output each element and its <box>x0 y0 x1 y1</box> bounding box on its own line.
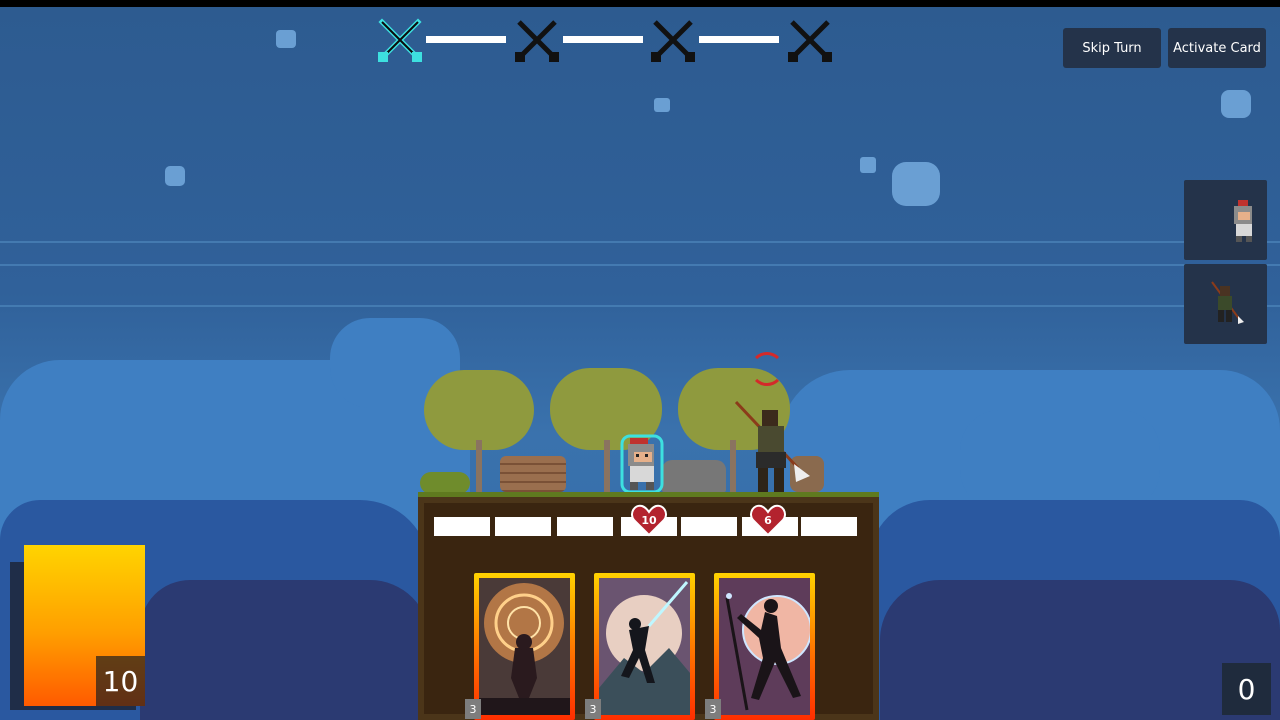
activate-card-button[interactable]: Activate Card <box>1168 28 1266 68</box>
enemy-spearman[interactable] <box>730 398 820 494</box>
star <box>276 30 296 48</box>
progress-link <box>699 36 779 43</box>
tree-trunk <box>476 440 482 492</box>
hand-card[interactable] <box>594 573 695 720</box>
staff-wielder-icon <box>719 578 812 715</box>
cloud <box>140 580 430 720</box>
card-cost: 3 <box>585 699 601 719</box>
star <box>892 162 940 206</box>
progress-link <box>563 36 643 43</box>
turn-queue-slot <box>1184 264 1267 344</box>
bush <box>420 472 470 494</box>
star <box>860 157 876 173</box>
hand-card[interactable] <box>714 573 815 720</box>
lane-slot[interactable] <box>557 517 613 536</box>
lane-slot[interactable] <box>495 517 551 536</box>
star <box>165 166 185 186</box>
tree <box>424 370 534 450</box>
lightsaber-warrior-icon <box>599 578 690 715</box>
cloud <box>960 410 1160 510</box>
lane-slot[interactable] <box>681 517 737 536</box>
sky-streak <box>0 241 1280 243</box>
knight-icon <box>1234 200 1252 242</box>
top-edge <box>0 0 1280 7</box>
tree-trunk <box>604 440 610 492</box>
target-reticle-icon <box>750 352 784 386</box>
skip-turn-button[interactable]: Skip Turn <box>1063 28 1161 68</box>
progress-link <box>426 36 506 43</box>
spearman-icon <box>1211 281 1244 324</box>
rock-wall <box>662 460 726 492</box>
player-health-value: 10 <box>641 514 657 527</box>
crossed-swords-icon <box>378 18 422 62</box>
enemy-health-heart-icon: 6 <box>750 504 786 537</box>
sky-streak <box>0 305 1280 307</box>
log-pile <box>500 456 566 492</box>
energy-value: 10 <box>96 656 145 706</box>
player-health-heart-icon: 10 <box>631 504 667 537</box>
star <box>1221 90 1251 118</box>
turn-queue-slot <box>1184 180 1267 260</box>
player-knight[interactable] <box>620 434 664 494</box>
crossed-swords-icon <box>788 20 832 62</box>
cloud <box>880 580 1280 720</box>
lane-slot[interactable] <box>434 517 490 536</box>
swirling-energy-mage-icon <box>479 578 570 715</box>
sky-streak <box>0 264 1280 266</box>
card-cost: 3 <box>465 699 481 719</box>
hand-card[interactable] <box>474 573 575 720</box>
lane-slot[interactable] <box>801 517 857 536</box>
deck-count[interactable]: 0 <box>1222 663 1271 715</box>
enemy-health-value: 6 <box>764 514 772 527</box>
star <box>654 98 670 112</box>
crossed-swords-icon <box>651 20 695 62</box>
crossed-swords-icon <box>515 20 559 62</box>
card-cost: 3 <box>705 699 721 719</box>
